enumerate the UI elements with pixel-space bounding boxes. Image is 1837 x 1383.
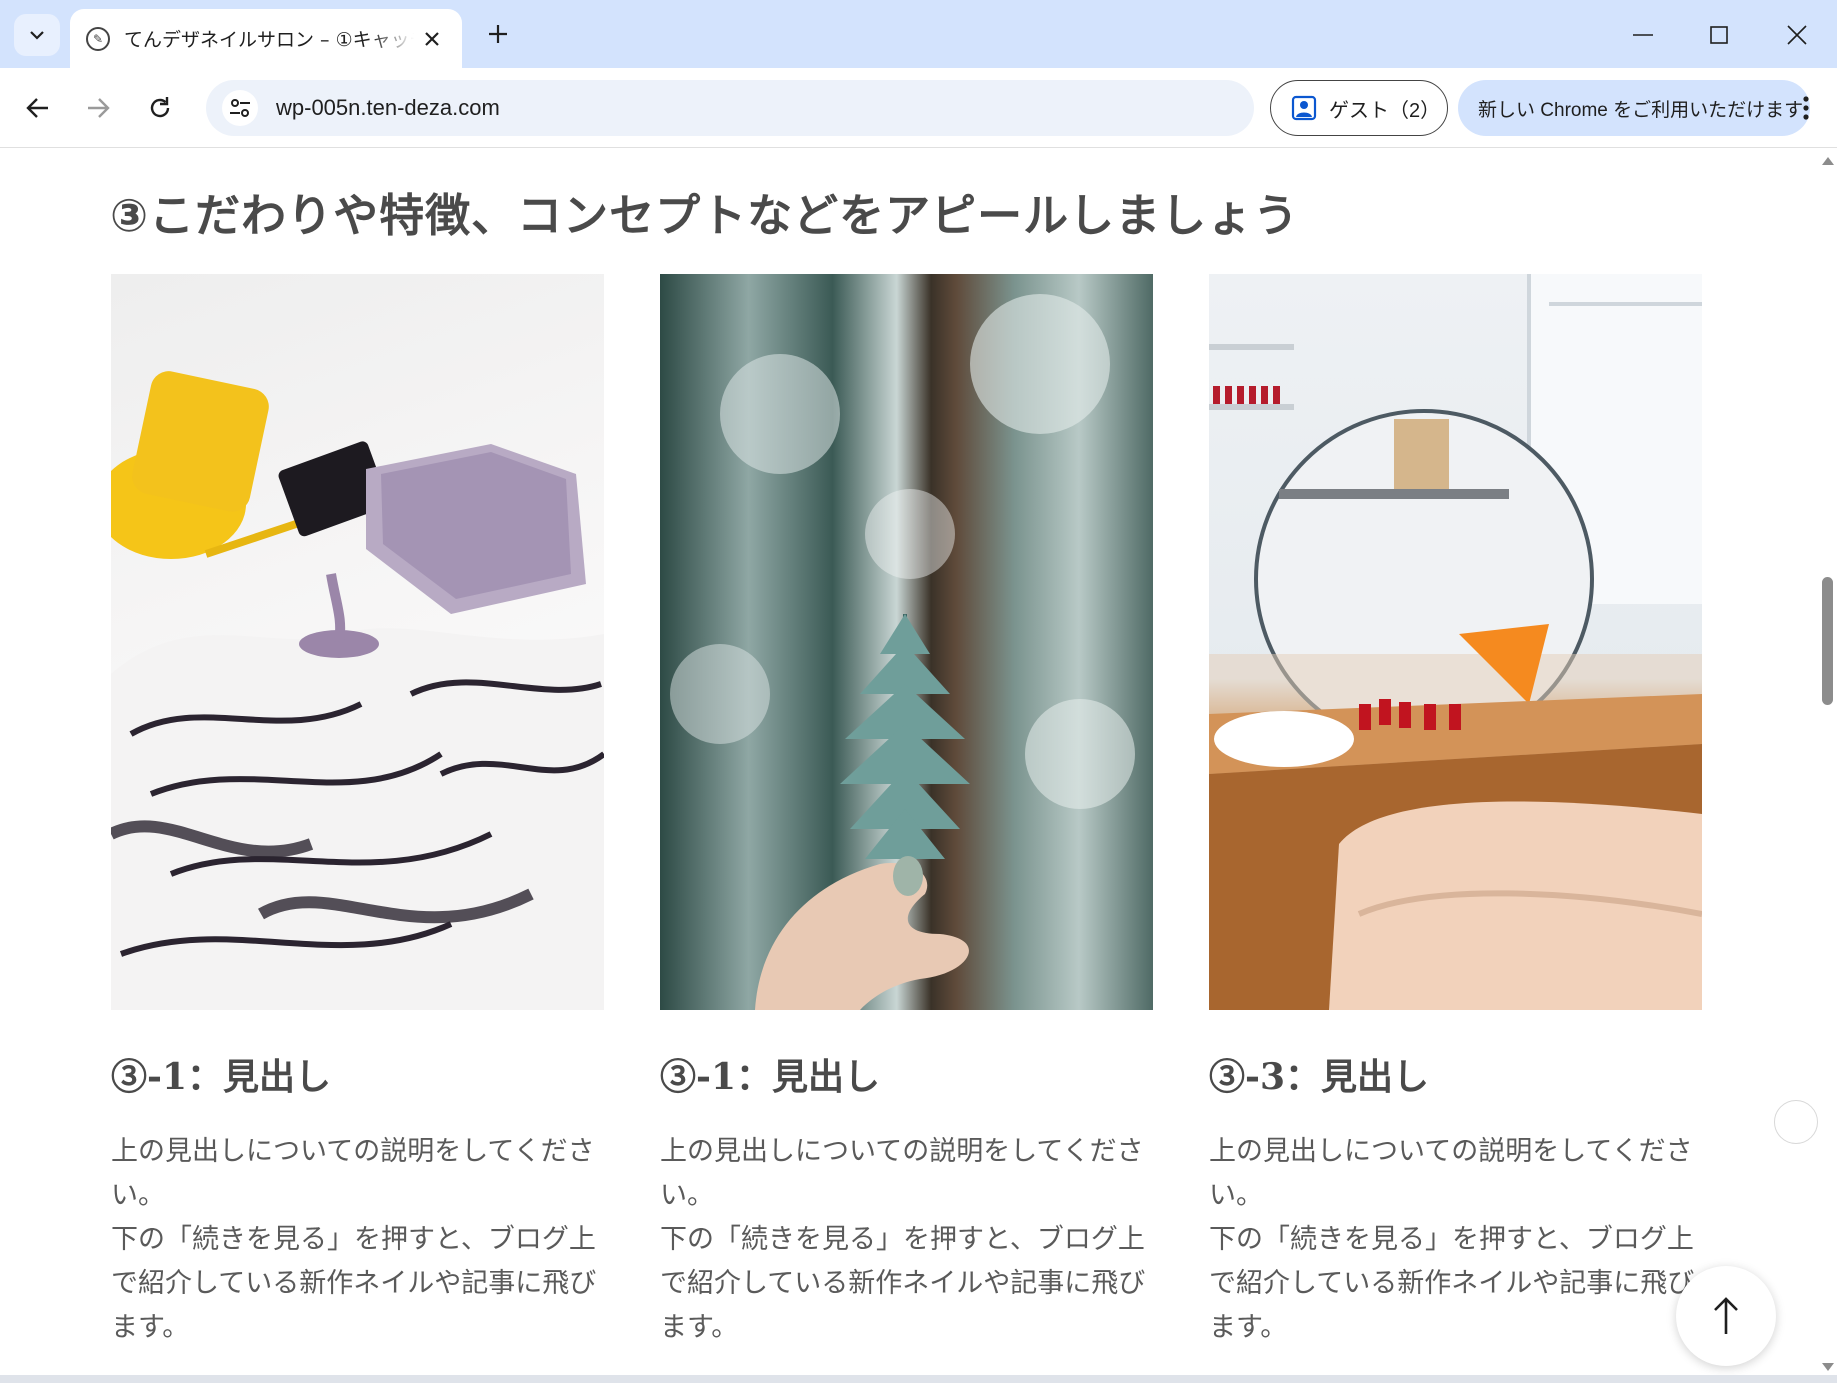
site-info-button[interactable]: [222, 90, 258, 126]
chevron-down-icon: [30, 31, 44, 40]
back-to-top-button[interactable]: [1676, 1266, 1776, 1366]
maximize-button[interactable]: [1688, 12, 1750, 58]
vertical-scrollbar[interactable]: [1818, 149, 1837, 1383]
chrome-update-button[interactable]: 新しい Chrome をご利用いただけます: [1458, 80, 1810, 136]
scroll-thumb[interactable]: [1822, 577, 1833, 705]
card-description: 上の見出しについての説明をしてください。 下の「続きを見る」を押すと、ブログ上で…: [1209, 1136, 1695, 1343]
minimize-icon: [1633, 34, 1653, 36]
back-button[interactable]: [16, 86, 60, 130]
scroll-up-arrow-icon[interactable]: [1822, 157, 1834, 165]
more-vert-icon: [1803, 96, 1809, 120]
feature-card: ③-3：見出し 上の見出しについての説明をしてください。 下の「続きを見る」を押…: [1209, 274, 1702, 1350]
tune-icon: [230, 99, 250, 117]
salon-illustration: [1209, 274, 1702, 1010]
reload-button[interactable]: [138, 86, 182, 130]
nail-polish-illustration: [111, 371, 604, 1010]
browser-tab-active[interactable]: ✎ てんデザネイルサロン – ①キャッチコピー: [70, 9, 462, 68]
guest-profile-button[interactable]: ゲスト（2）: [1270, 80, 1448, 136]
section-heading: ③こだわりや特徴、コンセプトなどをアピールしましょう: [110, 189, 1300, 242]
tab-search-button[interactable]: [14, 14, 60, 56]
new-tab-button[interactable]: [478, 14, 518, 54]
nail-salon-photo: [1209, 274, 1702, 1010]
fern-illustration: [670, 294, 1135, 1010]
close-icon: [425, 31, 439, 46]
minimize-button[interactable]: [1612, 12, 1674, 58]
feature-card: ③-1：見出し 上の見出しについての説明をしてください。 下の「続きを見る」を押…: [660, 274, 1153, 1350]
address-bar[interactable]: wp-005n.ten-deza.com: [206, 80, 1254, 136]
url-text[interactable]: wp-005n.ten-deza.com: [276, 95, 500, 121]
card-title: ③-1：見出し: [111, 1056, 331, 1098]
guest-label: ゲスト（2）: [1329, 99, 1441, 122]
browser-toolbar: wp-005n.ten-deza.com ゲスト（2） 新しい Chrome を…: [0, 68, 1837, 148]
close-icon: [1787, 25, 1807, 45]
tab-title: てんデザネイルサロン – ①キャッチコピー: [124, 29, 414, 51]
window-close-button[interactable]: [1766, 12, 1828, 58]
arrow-up-icon: [1714, 1297, 1738, 1334]
plus-icon: [489, 25, 507, 43]
floating-circle-button[interactable]: [1774, 1100, 1818, 1144]
fern-forest-photo: [660, 274, 1153, 1010]
card-description: 上の見出しについての説明をしてください。 下の「続きを見る」を押すと、ブログ上で…: [111, 1136, 597, 1343]
menu-button[interactable]: [1803, 88, 1809, 128]
arrow-left-icon: [26, 98, 48, 118]
person-icon: [1291, 95, 1317, 121]
card-title: ③-1：見出し: [660, 1056, 880, 1098]
card-description: 上の見出しについての説明をしてください。 下の「続きを見る」を押すと、ブログ上で…: [660, 1136, 1146, 1343]
reload-icon: [150, 97, 170, 118]
browser-titlebar: ✎ てんデザネイルサロン – ①キャッチコピー: [0, 0, 1837, 68]
site-favicon-icon: ✎: [86, 26, 110, 51]
scroll-down-arrow-icon[interactable]: [1822, 1363, 1834, 1371]
feature-card: ③-1：見出し 上の見出しについての説明をしてください。 下の「続きを見る」を押…: [111, 274, 604, 1350]
window-bottom-edge: [0, 1375, 1837, 1383]
tab-close-button[interactable]: [418, 25, 446, 53]
forward-button[interactable]: [76, 86, 120, 130]
nail-polish-photo: [111, 274, 604, 1010]
update-label: 新しい Chrome をご利用いただけます: [1478, 99, 1804, 121]
arrow-right-icon: [88, 98, 110, 118]
page-viewport: ③こだわりや特徴、コンセプトなどをアピールしましょう ③-1：見出し 上の見出し…: [0, 149, 1818, 1383]
card-title: ③-3：見出し: [1209, 1056, 1429, 1098]
maximize-icon: [1710, 26, 1728, 44]
